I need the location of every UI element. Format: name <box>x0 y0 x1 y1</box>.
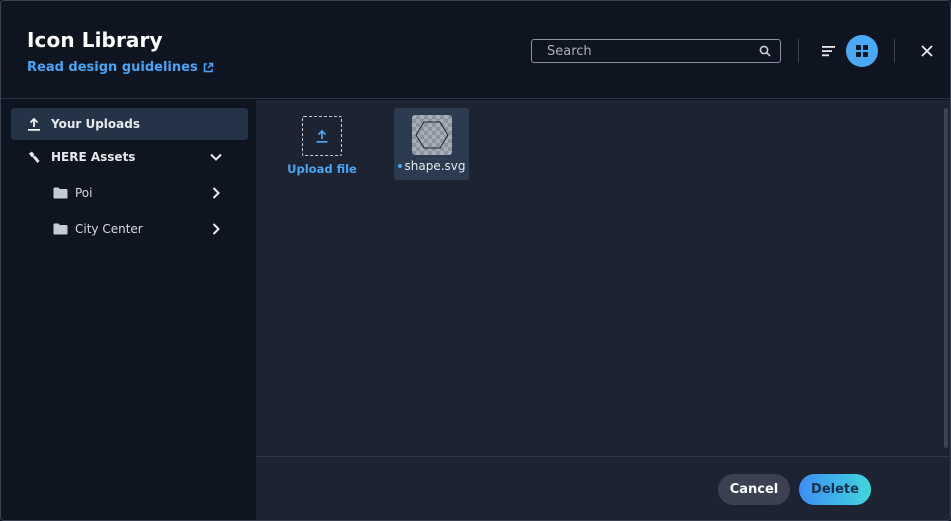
external-link-icon <box>203 62 213 72</box>
folder-icon <box>51 220 69 238</box>
dialog-title: Icon Library <box>27 28 163 52</box>
sidebar-item-here-assets[interactable]: HERE Assets <box>11 141 248 173</box>
chevron-right-icon[interactable] <box>208 185 224 201</box>
chevron-down-icon[interactable] <box>208 149 224 165</box>
grid-view-toggle[interactable] <box>846 35 878 67</box>
grid-view-icon <box>856 45 868 57</box>
folder-icon <box>51 184 69 202</box>
design-guidelines-link[interactable]: Read design guidelines <box>27 60 214 75</box>
dialog-footer: Cancel Delete <box>256 456 950 520</box>
file-name: shape.svg <box>404 159 466 173</box>
upload-file-label: Upload file <box>287 162 357 176</box>
sidebar-item-label: Your Uploads <box>51 117 140 131</box>
design-guidelines-label: Read design guidelines <box>27 60 198 75</box>
icon-library-dialog: Icon Library Read design guidelines Sear… <box>0 0 951 521</box>
file-tile[interactable]: shape.svg <box>394 108 469 180</box>
search-input[interactable] <box>547 43 758 59</box>
delete-button[interactable]: Delete <box>799 474 871 505</box>
sidebar-item-label: Poi <box>75 186 93 200</box>
chevron-right-icon[interactable] <box>208 221 224 237</box>
hexagon-icon <box>414 121 449 149</box>
icon-grid-area: Upload file shape.svg <box>256 100 950 456</box>
satellite-icon <box>25 148 43 166</box>
new-indicator-dot <box>397 164 402 168</box>
upload-icon <box>316 129 328 143</box>
cancel-button[interactable]: Cancel <box>718 474 790 505</box>
sidebar-item-your-uploads[interactable]: Your Uploads <box>11 108 248 140</box>
close-button[interactable] <box>916 40 938 62</box>
upload-dropzone[interactable] <box>302 116 342 156</box>
file-thumbnail <box>411 115 452 155</box>
dialog-header: Icon Library Read design guidelines <box>1 1 950 99</box>
file-name-row: shape.svg <box>397 159 466 173</box>
vertical-scrollbar[interactable] <box>944 108 948 448</box>
list-view-toggle[interactable] <box>819 41 839 61</box>
sidebar: Your Uploads HERE Assets Poi City Center <box>1 100 256 520</box>
list-view-icon <box>822 46 835 57</box>
header-divider <box>798 39 799 63</box>
sidebar-item-label: HERE Assets <box>51 150 136 164</box>
search-icon[interactable] <box>758 44 772 58</box>
upload-file-button[interactable]: Upload file <box>286 108 358 180</box>
close-icon <box>921 45 933 57</box>
sidebar-item-city-center[interactable]: City Center <box>11 213 248 245</box>
sidebar-item-label: City Center <box>75 222 143 236</box>
search-box <box>531 39 781 63</box>
header-divider <box>894 39 895 63</box>
sidebar-item-poi[interactable]: Poi <box>11 177 248 209</box>
upload-icon <box>25 115 43 133</box>
